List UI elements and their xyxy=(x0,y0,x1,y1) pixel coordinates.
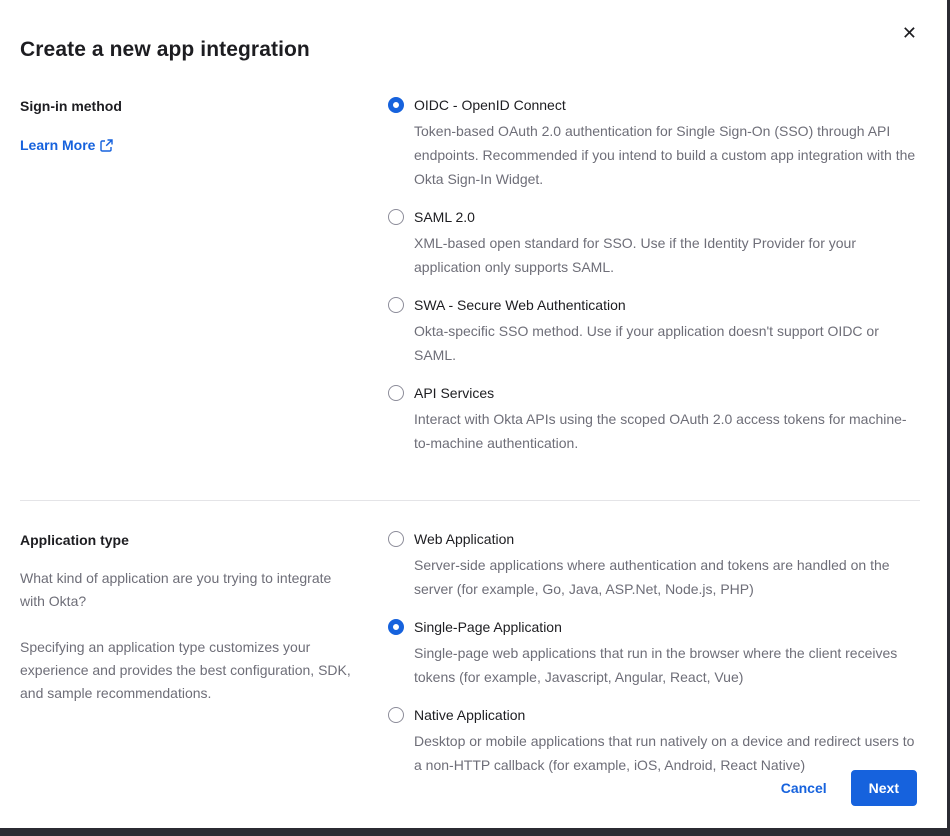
radio-option-label: OIDC - OpenID Connect xyxy=(414,96,917,115)
radio-icon[interactable] xyxy=(388,707,404,723)
learn-more-link[interactable]: Learn More xyxy=(20,137,113,153)
option-text: Single-Page Application Single-page web … xyxy=(414,618,917,689)
option-text: SWA - Secure Web Authentication Okta-spe… xyxy=(414,296,917,367)
external-link-icon xyxy=(100,139,113,152)
cancel-button[interactable]: Cancel xyxy=(781,780,827,796)
radio-option-description: Token-based OAuth 2.0 authentication for… xyxy=(414,119,917,191)
radio-option-label: Web Application xyxy=(414,530,917,549)
close-icon: ✕ xyxy=(902,23,917,43)
radio-option-label: API Services xyxy=(414,384,917,403)
application-type-options: Web Application Server-side applications… xyxy=(388,530,917,777)
radio-option-description: XML-based open standard for SSO. Use if … xyxy=(414,231,917,279)
radio-icon[interactable] xyxy=(388,209,404,225)
radio-option-label: SWA - Secure Web Authentication xyxy=(414,296,917,315)
radio-icon[interactable] xyxy=(388,531,404,547)
radio-option-label: Single-Page Application xyxy=(414,618,917,637)
learn-more-label: Learn More xyxy=(20,137,95,153)
section-divider xyxy=(20,500,920,501)
radio-option-web-application[interactable]: Web Application Server-side applications… xyxy=(388,530,917,601)
radio-option-description: Okta-specific SSO method. Use if your ap… xyxy=(414,319,917,367)
radio-icon[interactable] xyxy=(388,619,404,635)
radio-icon[interactable] xyxy=(388,97,404,113)
option-text: Web Application Server-side applications… xyxy=(414,530,917,601)
radio-option-description: Interact with Okta APIs using the scoped… xyxy=(414,407,917,455)
application-type-label: Application type xyxy=(20,530,370,550)
sign-in-method-left-column: Sign-in method Learn More xyxy=(20,96,370,455)
option-text: SAML 2.0 XML-based open standard for SSO… xyxy=(414,208,917,279)
radio-option-label: SAML 2.0 xyxy=(414,208,917,227)
sign-in-method-section: Sign-in method Learn More OIDC - OpenID … xyxy=(20,96,917,455)
option-text: Native Application Desktop or mobile app… xyxy=(414,706,917,777)
application-type-paragraph-1: What kind of application are you trying … xyxy=(20,567,370,613)
radio-icon[interactable] xyxy=(388,297,404,313)
radio-icon[interactable] xyxy=(388,385,404,401)
sign-in-method-options: OIDC - OpenID Connect Token-based OAuth … xyxy=(388,96,917,455)
dialog-title: Create a new app integration xyxy=(20,38,917,62)
dialog-footer: Cancel Next xyxy=(781,770,917,806)
radio-option-oidc[interactable]: OIDC - OpenID Connect Token-based OAuth … xyxy=(388,96,917,191)
application-type-left-column: Application type What kind of applicatio… xyxy=(20,530,370,777)
application-type-section: Application type What kind of applicatio… xyxy=(20,530,917,777)
radio-option-label: Native Application xyxy=(414,706,917,725)
option-text: OIDC - OpenID Connect Token-based OAuth … xyxy=(414,96,917,191)
sign-in-method-label: Sign-in method xyxy=(20,96,370,116)
radio-option-api-services[interactable]: API Services Interact with Okta APIs usi… xyxy=(388,384,917,455)
next-button[interactable]: Next xyxy=(851,770,917,806)
radio-option-single-page-application[interactable]: Single-Page Application Single-page web … xyxy=(388,618,917,689)
close-button[interactable]: ✕ xyxy=(898,20,921,46)
option-text: API Services Interact with Okta APIs usi… xyxy=(414,384,917,455)
radio-option-description: Server-side applications where authentic… xyxy=(414,553,917,601)
radio-option-description: Single-page web applications that run in… xyxy=(414,641,917,689)
radio-option-saml[interactable]: SAML 2.0 XML-based open standard for SSO… xyxy=(388,208,917,279)
create-app-integration-dialog: ✕ Create a new app integration Sign-in m… xyxy=(0,0,947,828)
radio-option-swa[interactable]: SWA - Secure Web Authentication Okta-spe… xyxy=(388,296,917,367)
application-type-paragraph-2: Specifying an application type customize… xyxy=(20,636,370,705)
radio-option-native-application[interactable]: Native Application Desktop or mobile app… xyxy=(388,706,917,777)
